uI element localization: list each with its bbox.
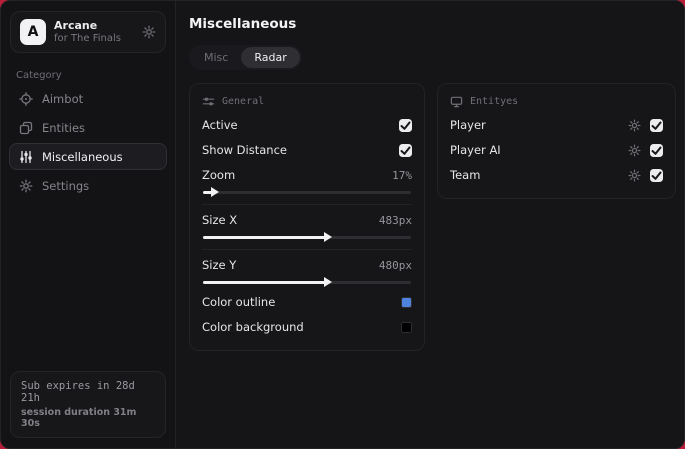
entities-panel: Entityes Player Player AI Team	[437, 83, 676, 199]
entity-label: Team	[450, 168, 481, 182]
team-checkbox[interactable]	[650, 168, 663, 182]
main-content: Miscellaneous Misc Radar General Active	[176, 1, 684, 448]
entity-controls	[628, 143, 663, 157]
sidebar-item-settings[interactable]: Settings	[9, 172, 167, 199]
slider-track	[203, 277, 411, 287]
stack-icon	[19, 121, 33, 135]
brand-subtitle: for The Finals	[54, 32, 121, 44]
slider-row-size-x: Size X 483px	[202, 209, 412, 231]
slider-thumb[interactable]	[211, 187, 220, 197]
player-checkbox[interactable]	[650, 118, 663, 132]
slider-track	[203, 232, 411, 242]
color-label: Color outline	[202, 295, 276, 309]
crosshair-icon	[19, 91, 33, 106]
tab-bar: Misc Radar	[189, 45, 302, 70]
toggle-row-active: Active	[202, 114, 412, 136]
toggle-row-show-distance: Show Distance	[202, 139, 412, 161]
entity-controls	[628, 168, 663, 182]
slider-fill	[203, 277, 332, 287]
category-label: Category	[16, 70, 62, 82]
zoom-value: 17%	[392, 168, 412, 182]
brand-card: A Arcane for The Finals	[10, 11, 166, 54]
panels-row: General Active Show Distance Zoom 17% Si…	[189, 83, 676, 351]
color-row-background: Color background	[202, 316, 412, 338]
show-distance-checkbox[interactable]	[399, 143, 412, 157]
monitor-icon	[450, 95, 463, 108]
tab-misc[interactable]: Misc	[191, 47, 241, 68]
gear-icon[interactable]	[628, 144, 641, 157]
gear-icon	[19, 179, 33, 193]
slider-label: Zoom	[202, 168, 236, 182]
entity-label: Player AI	[450, 143, 501, 157]
sidebar-nav: Aimbot Entities Miscellaneous Settings	[1, 85, 175, 199]
active-checkbox[interactable]	[399, 118, 412, 132]
slider-row-zoom: Zoom 17%	[202, 164, 412, 186]
size-x-slider[interactable]	[203, 232, 411, 242]
tab-radar[interactable]: Radar	[241, 47, 300, 68]
gear-icon[interactable]	[628, 169, 641, 182]
size-y-slider[interactable]	[203, 277, 411, 287]
color-outline-swatch[interactable]	[401, 296, 412, 308]
slider-fill	[203, 187, 220, 197]
divider	[202, 204, 412, 205]
sub-expiry-text: Sub expires in 28d 21h	[21, 380, 135, 404]
size-y-value: 480px	[378, 258, 412, 272]
general-panel-title: General	[222, 96, 265, 107]
entity-row-player-ai: Player AI	[450, 139, 663, 161]
sidebar-item-label: Settings	[42, 178, 90, 193]
slider-fill	[203, 232, 332, 242]
slider-thumb[interactable]	[323, 232, 332, 242]
general-panel-header: General	[202, 95, 412, 108]
slider-label: Size Y	[202, 258, 237, 272]
color-label: Color background	[202, 320, 304, 334]
brand-text: Arcane for The Finals	[54, 19, 134, 45]
entities-panel-title: Entityes	[470, 96, 519, 107]
gear-icon[interactable]	[142, 25, 156, 39]
entity-row-player: Player	[450, 114, 663, 136]
sliders-horizontal-icon	[202, 95, 215, 108]
sidebar-item-label: Entities	[42, 120, 86, 135]
brand-title: Arcane	[54, 19, 98, 32]
page-title: Miscellaneous	[189, 16, 297, 32]
color-background-swatch[interactable]	[401, 321, 412, 333]
sidebar-item-entities[interactable]: Entities	[9, 114, 167, 141]
session-duration-text: session duration 31m 30s	[21, 407, 137, 429]
slider-thumb[interactable]	[323, 277, 332, 287]
color-row-outline: Color outline	[202, 291, 412, 313]
gear-icon[interactable]	[628, 119, 641, 132]
app-window: A Arcane for The Finals Category Aimbot	[0, 0, 685, 449]
zoom-slider[interactable]	[203, 187, 411, 197]
toggle-label: Show Distance	[202, 143, 287, 157]
entities-panel-header: Entityes	[450, 95, 663, 108]
subscription-card: Sub expires in 28d 21h session duration …	[10, 371, 166, 438]
general-panel: General Active Show Distance Zoom 17% Si…	[189, 83, 425, 351]
player-ai-checkbox[interactable]	[650, 143, 663, 157]
slider-label: Size X	[202, 213, 238, 227]
size-x-value: 483px	[378, 213, 412, 227]
slider-track	[203, 187, 411, 197]
sliders-vertical-icon	[19, 150, 33, 164]
sidebar-item-miscellaneous[interactable]: Miscellaneous	[9, 143, 167, 171]
toggle-label: Active	[202, 118, 238, 132]
divider	[202, 249, 412, 250]
slider-row-size-y: Size Y 480px	[202, 254, 412, 276]
sidebar-item-label: Miscellaneous	[42, 149, 123, 164]
brand-logo: A	[20, 19, 46, 46]
sidebar-item-aimbot[interactable]: Aimbot	[9, 85, 167, 112]
sidebar-item-label: Aimbot	[42, 91, 84, 106]
entity-label: Player	[450, 118, 486, 132]
sidebar: A Arcane for The Finals Category Aimbot	[1, 1, 176, 448]
entity-row-team: Team	[450, 164, 663, 186]
entity-controls	[628, 118, 663, 132]
